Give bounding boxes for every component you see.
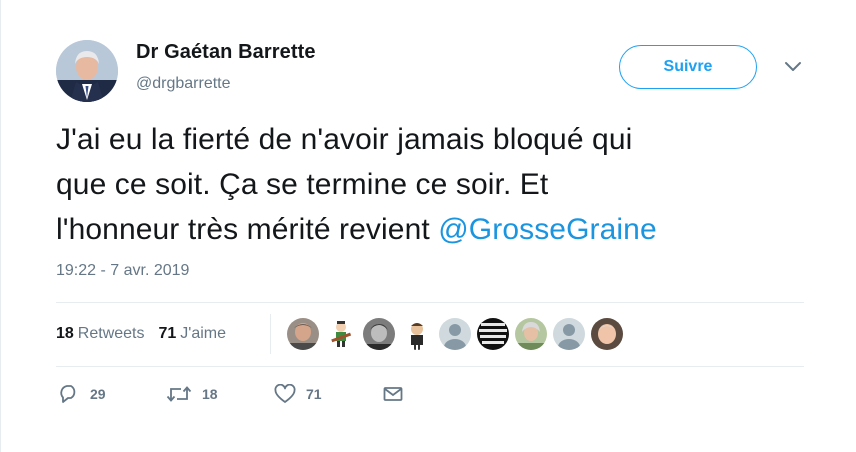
- stats-divider: [270, 314, 271, 354]
- tweet-text-line: que ce soit. Ça se termine ce soir. Et: [56, 168, 549, 201]
- retweet-count: 18: [202, 386, 218, 402]
- envelope-icon: [383, 387, 403, 401]
- display-name[interactable]: Dr Gaétan Barrette: [136, 41, 316, 64]
- chevron-down-icon[interactable]: [783, 60, 803, 74]
- liker-avatar[interactable]: [553, 318, 585, 350]
- likes-label: J'aime: [180, 325, 227, 342]
- like-button[interactable]: 71: [274, 384, 382, 404]
- likes-count: 71: [158, 325, 177, 342]
- tweet-timestamp[interactable]: 19:22 - 7 avr. 2019: [56, 262, 189, 280]
- tweet-header: Dr Gaétan Barrette @drgbarrette Suivre: [56, 38, 806, 102]
- liker-avatar[interactable]: [477, 318, 509, 350]
- tweet-text-line: l'honneur très mérité revient @GrosseGra…: [56, 207, 816, 252]
- user-handle[interactable]: @drgbarrette: [136, 75, 231, 93]
- retweets-count: 18: [56, 325, 74, 342]
- tweet-stats: 18 Retweets 71 J'aime: [56, 325, 226, 343]
- liker-avatar[interactable]: [515, 318, 547, 350]
- tweet-text-line: J'ai eu la fierté de n'avoir jamais bloq…: [56, 123, 633, 156]
- liker-avatars: [287, 318, 629, 350]
- divider: [56, 366, 804, 367]
- tweet-text: J'ai eu la fierté de n'avoir jamais bloq…: [56, 117, 816, 252]
- left-border: [0, 0, 1, 452]
- reply-button[interactable]: 29: [58, 384, 166, 404]
- tweet-actions: 29 18 71: [58, 384, 490, 404]
- liker-avatar[interactable]: [591, 318, 623, 350]
- tweet-text-segment: l'honneur très mérité revient: [56, 213, 439, 246]
- like-count: 71: [306, 386, 322, 402]
- retweets-stat[interactable]: 18 Retweets: [56, 325, 145, 343]
- liker-avatar[interactable]: [325, 318, 357, 350]
- divider: [56, 302, 804, 303]
- likes-stat[interactable]: 71 J'aime: [159, 325, 227, 343]
- avatar[interactable]: [56, 40, 118, 102]
- follow-button[interactable]: Suivre: [619, 45, 757, 89]
- liker-avatar[interactable]: [401, 318, 433, 350]
- retweet-button[interactable]: 18: [166, 384, 274, 404]
- reply-icon: [60, 385, 76, 403]
- retweets-label: Retweets: [77, 325, 145, 342]
- mention-link[interactable]: @GrosseGraine: [438, 213, 657, 246]
- reply-count: 29: [90, 386, 106, 402]
- liker-avatar[interactable]: [287, 318, 319, 350]
- liker-avatar[interactable]: [439, 318, 471, 350]
- retweet-icon: [166, 386, 192, 402]
- liker-avatar[interactable]: [363, 318, 395, 350]
- heart-icon: [274, 384, 296, 403]
- direct-message-button[interactable]: [382, 384, 490, 404]
